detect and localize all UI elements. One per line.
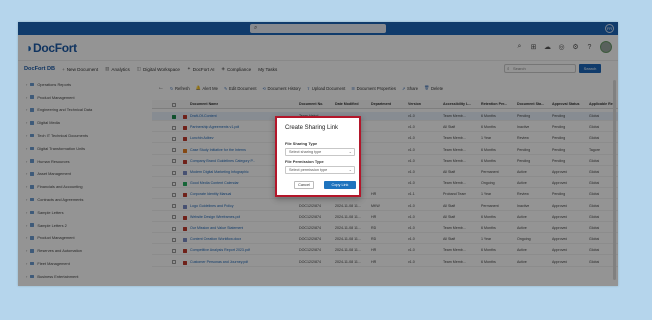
chevron-down-icon: ⌄ (348, 149, 352, 154)
sharing-type-label: File Sharing Type (285, 141, 318, 146)
cancel-button[interactable]: Cancel (294, 181, 314, 189)
permission-type-select[interactable]: Select permission type ⌄ (285, 166, 355, 174)
sharing-link-dialog: Create Sharing Link File Sharing Type Se… (275, 116, 361, 197)
dialog-title: Create Sharing Link (285, 125, 339, 131)
sharing-type-select[interactable]: Select sharing type ⌄ (285, 148, 355, 156)
permission-type-label: File Permission Type (285, 159, 324, 164)
chevron-down-icon: ⌄ (348, 167, 352, 172)
copy-link-button[interactable]: Copy Link (324, 181, 356, 189)
